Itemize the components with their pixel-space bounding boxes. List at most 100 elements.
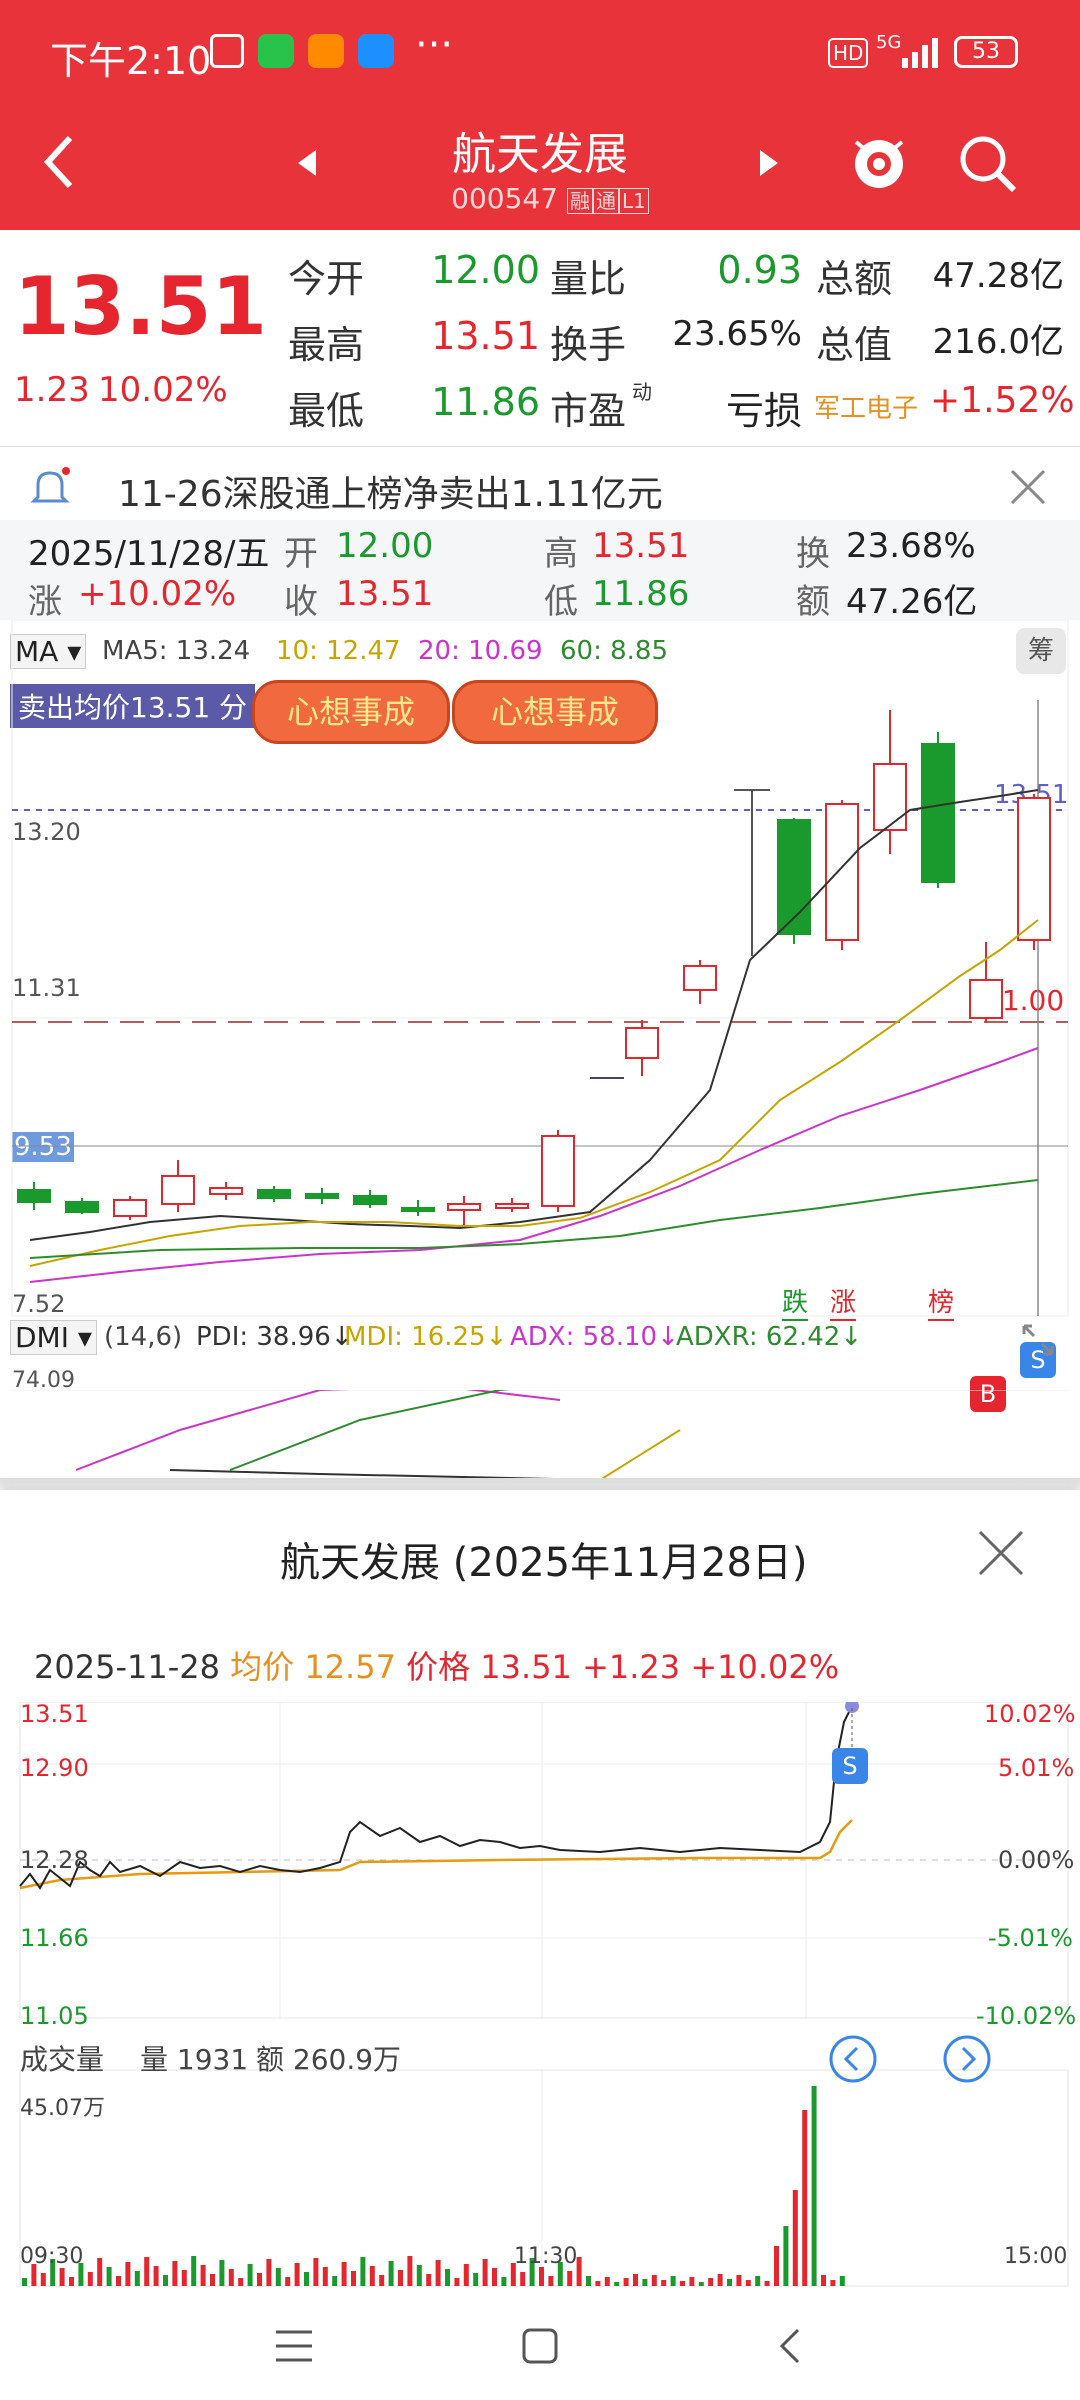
volume-bar xyxy=(811,2086,817,2286)
pe-dynamic-sup: 动 xyxy=(632,380,652,404)
volume-bar xyxy=(172,2261,178,2286)
volume-bar xyxy=(774,2246,779,2286)
candle-body xyxy=(873,763,907,831)
turnover-amount-value: 47.28亿 xyxy=(932,256,1064,296)
candle-body xyxy=(401,1207,435,1212)
intraday-end-dot xyxy=(845,1702,859,1713)
pe-label: 市盈 xyxy=(550,389,627,433)
notice-bar[interactable]: 11-26深股通上榜净卖出1.11亿元 xyxy=(0,446,1080,526)
candle-body xyxy=(541,1135,575,1207)
volume-bar xyxy=(463,2264,469,2286)
volume-bar xyxy=(567,2271,573,2286)
volume-bar xyxy=(595,2281,601,2286)
day-close-label: 收 xyxy=(284,582,318,622)
sheet-title: 航天发展 (2025年11月28日) xyxy=(280,1540,808,1586)
candle-body xyxy=(921,743,955,883)
ma20-line xyxy=(29,1047,1039,1283)
time-end: 15:00 xyxy=(1004,2244,1068,2269)
candle-body xyxy=(65,1201,99,1213)
stock-header: 航天发展 000547 融通 L1 xyxy=(0,110,1080,230)
day-turnover: 23.68% xyxy=(846,526,976,566)
amount-value: 额 260.9万 xyxy=(256,2043,402,2076)
bell-icon xyxy=(30,467,70,503)
volume-bar xyxy=(614,2282,620,2286)
stock-code-row: 000547 融通 L1 xyxy=(420,182,680,215)
intraday-sell-badge[interactable]: S xyxy=(832,1748,868,1784)
volume-bar xyxy=(501,2277,507,2286)
next-stock-icon[interactable] xyxy=(756,150,780,176)
day-info-panel: 2025/11/28/五 开 12.00 高 13.51 换 23.68% 涨 … xyxy=(0,520,1080,622)
volume-bar xyxy=(520,2272,526,2286)
volume-bar xyxy=(435,2260,441,2286)
day-date: 2025/11/28/五 xyxy=(28,534,270,574)
expand-icon[interactable] xyxy=(1018,1320,1058,1360)
volume-bar xyxy=(191,2256,197,2286)
home-icon[interactable] xyxy=(518,2324,562,2368)
mascot-icon[interactable] xyxy=(846,124,912,204)
sector-change[interactable]: +1.52% xyxy=(930,380,1075,421)
indicator-selector-label: DMI xyxy=(15,1321,69,1354)
volume-bar xyxy=(200,2265,206,2286)
volume-bar xyxy=(40,2273,46,2286)
search-icon[interactable] xyxy=(956,132,1020,196)
high-value: 13.51 xyxy=(431,314,540,358)
price-change-pct: 10.02% xyxy=(98,370,228,410)
volume-bar xyxy=(680,2281,685,2286)
signal-icon xyxy=(902,38,938,68)
volume-bar xyxy=(134,2271,140,2286)
volume-title: 成交量 xyxy=(20,2043,105,2076)
pe-value: 亏损 xyxy=(725,389,802,433)
volume-ratio-label: 量比 xyxy=(550,257,627,301)
axis-r-3: 0.00% xyxy=(998,1846,1075,1874)
volume-bar xyxy=(69,2277,74,2286)
sheet-change: +1.23 xyxy=(582,1648,681,1686)
volume-bar xyxy=(736,2275,742,2286)
dmi-adx: ADX: 58.10↓ xyxy=(510,1322,679,1352)
volume-bar xyxy=(839,2276,845,2286)
volume-bar xyxy=(539,2267,544,2286)
turnover-rate-label: 换手 xyxy=(550,323,627,367)
back-icon[interactable] xyxy=(40,132,80,192)
kline-chart[interactable]: MA ▾ MA5: 13.24 10: 12.47 20: 10.69 60: … xyxy=(0,620,1080,1688)
day-amount: 47.26亿 xyxy=(846,582,978,622)
prev-stock-icon[interactable] xyxy=(296,150,320,176)
volume-value: 量 1931 xyxy=(140,2043,249,2076)
volume-bar xyxy=(228,2269,234,2286)
volume-bar xyxy=(351,2271,356,2286)
last-price: 13.51 xyxy=(14,260,268,353)
dmi-adxr: ADXR: 62.42↓ xyxy=(676,1322,863,1352)
candles-group xyxy=(17,710,1051,1226)
app-icon xyxy=(210,34,244,68)
candle-body xyxy=(353,1195,387,1205)
close-icon[interactable] xyxy=(976,1528,1026,1578)
volume-bar xyxy=(22,2278,27,2286)
volume-bar xyxy=(106,2267,112,2286)
day-open: 12.00 xyxy=(336,526,434,566)
volume-bar xyxy=(59,2268,65,2286)
close-icon[interactable] xyxy=(1008,467,1048,507)
volume-bar xyxy=(473,2273,479,2286)
volume-bar xyxy=(727,2279,732,2286)
prev-day-button[interactable] xyxy=(828,2034,878,2084)
volume-ratio-value: 0.93 xyxy=(717,248,802,292)
menu-icon[interactable] xyxy=(272,2326,316,2366)
volume-bar xyxy=(792,2190,798,2286)
volume-bar xyxy=(144,2257,150,2286)
stock-name: 航天发展 xyxy=(452,129,628,180)
volume-bar xyxy=(454,2278,460,2286)
axis-l-2: 12.90 xyxy=(20,1754,89,1782)
volume-bar xyxy=(755,2276,761,2286)
volume-bar xyxy=(388,2261,394,2286)
wechat-icon xyxy=(258,34,294,68)
back-nav-icon[interactable] xyxy=(770,2324,810,2368)
indicator-selector[interactable]: DMI ▾ xyxy=(10,1320,97,1355)
volume-bar xyxy=(783,2226,789,2286)
day-change-label: 涨 xyxy=(28,582,62,622)
sector-name[interactable]: 军工电子 xyxy=(814,388,918,425)
next-day-button[interactable] xyxy=(942,2034,992,2084)
low-label: 最低 xyxy=(288,389,365,433)
kline-canvas xyxy=(11,620,1069,1317)
candle-body xyxy=(17,1189,51,1203)
volume-bar xyxy=(313,2258,319,2286)
volume-bar xyxy=(586,2276,591,2286)
